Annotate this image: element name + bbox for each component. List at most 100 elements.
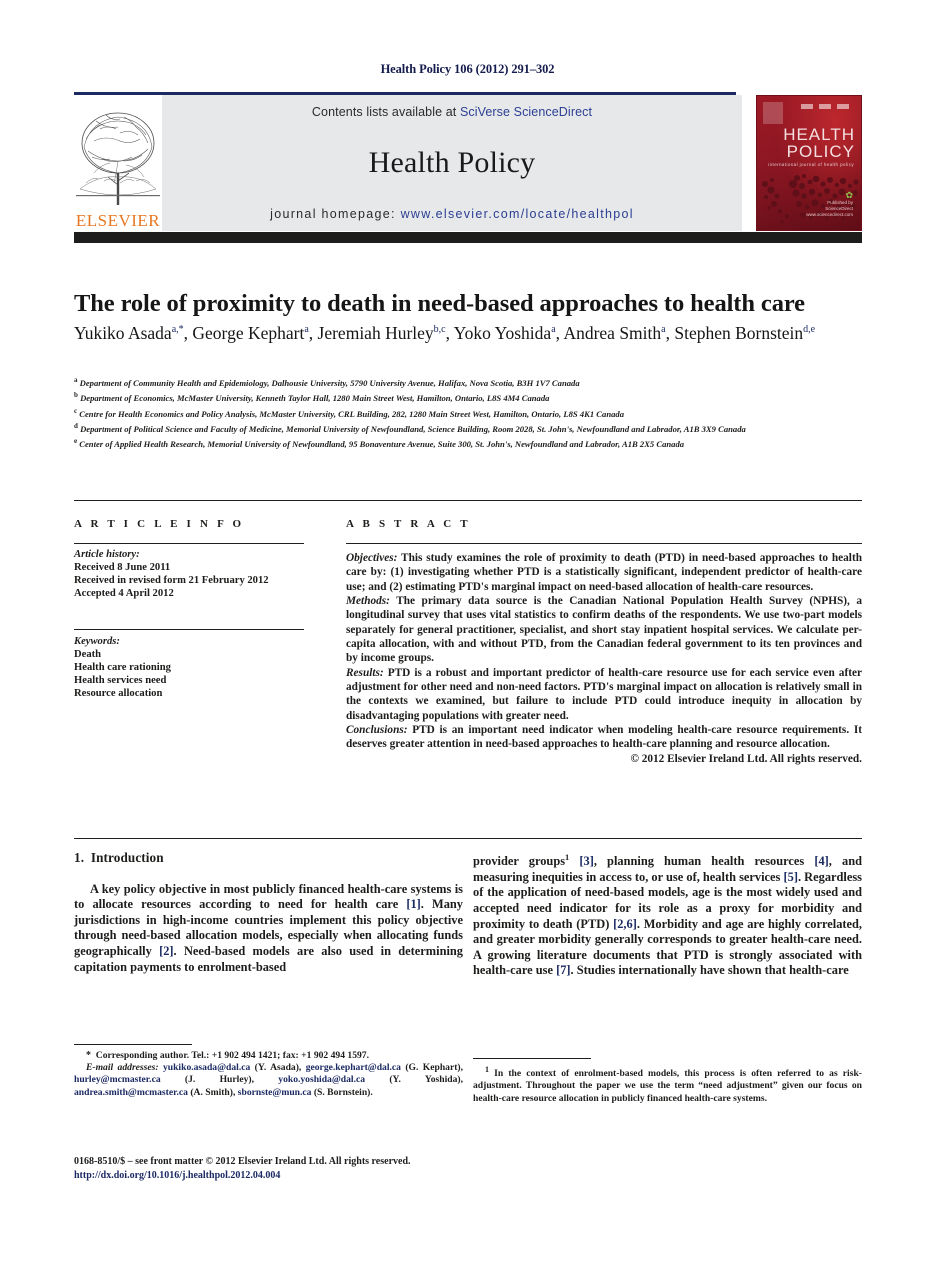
affiliation-mark: b	[74, 391, 78, 400]
citation-ref[interactable]: [2]	[159, 944, 173, 958]
citation-ref[interactable]: [5]	[784, 870, 798, 884]
abstract-section-text: This study examines the role of proximit…	[346, 552, 862, 593]
divider-below-abstract	[74, 838, 862, 839]
footnote-1-paragraph: 1 In the context of enrolment-based mode…	[473, 1064, 862, 1105]
email-link[interactable]: george.kephart@dal.ca	[306, 1062, 401, 1073]
abstract-body: Objectives: This study examines the role…	[346, 551, 862, 766]
author-entry: Yukiko Asadaa,*,	[74, 322, 193, 343]
article-info-rule-middle	[74, 629, 304, 630]
article-history-block: Article history: Received 8 June 2011 Re…	[74, 549, 308, 601]
abstract-section-text: PTD is a robust and important predictor …	[346, 666, 862, 722]
email-owner: (S. Bornstein).	[311, 1086, 373, 1098]
keyword-item: Health care rationing	[74, 661, 171, 673]
cover-elsevier-mark-icon	[763, 101, 783, 124]
email-link[interactable]: sbornste@mun.ca	[238, 1087, 312, 1098]
affiliation-mark: e	[74, 437, 78, 446]
contents-available-line: Contents lists available at SciVerse Sci…	[312, 105, 592, 119]
article-info-heading: A R T I C L E I N F O	[74, 518, 245, 530]
citation-ref[interactable]: [7]	[556, 963, 570, 977]
intro-text-part: A key policy objective in most publicly …	[74, 881, 463, 912]
doi-link[interactable]: http://dx.doi.org/10.1016/j.healthpol.20…	[74, 1169, 494, 1183]
article-history-item: Received 8 June 2011	[74, 561, 171, 573]
article-history-label: Article history:	[74, 549, 140, 560]
masthead-black-bar	[74, 232, 862, 243]
corresponding-author-footnote: * Corresponding author. Tel.: +1 902 494…	[74, 1050, 463, 1099]
author-affiliation-mark: a	[304, 324, 309, 335]
affiliation-text: Department of Economics, McMaster Univer…	[80, 393, 550, 404]
keyword-item: Death	[74, 648, 102, 660]
intro-text-part	[569, 854, 579, 868]
email-link[interactable]: yukiko.asada@dal.ca	[163, 1062, 250, 1073]
contents-prefix: Contents lists available at	[311, 104, 460, 119]
abstract-section-label: Results:	[346, 666, 384, 679]
abstract-section-label: Conclusions:	[346, 724, 408, 737]
author-affiliation-mark: a	[551, 324, 556, 335]
author-entry: Stephen Bornsteind,e	[674, 322, 816, 343]
keywords-block: Keywords: Death Health care rationing He…	[74, 636, 308, 701]
intro-paragraph-right: provider groups1 [3], planning human hea…	[473, 850, 862, 979]
elsevier-tree-icon	[76, 112, 160, 205]
affiliation-item: b Department of Economics, McMaster Univ…	[74, 389, 864, 404]
section-number: 1.	[74, 850, 85, 865]
journal-cover-thumbnail[interactable]: HEALTH POLICY international journal of h…	[756, 94, 862, 231]
cover-subtitle: international journal of health policy	[768, 161, 854, 167]
issn-copyright-block: 0168-8510/$ – see front matter © 2012 El…	[74, 1155, 494, 1183]
sciencedirect-link[interactable]: SciVerse ScienceDirect	[460, 105, 592, 119]
abstract-heading: A B S T R A C T	[346, 518, 471, 530]
running-head: Health Policy 106 (2012) 291–302	[380, 62, 555, 76]
citation-ref[interactable]: [2,6]	[613, 917, 637, 931]
author-affiliation-mark: a	[661, 324, 666, 335]
corresponding-author-line: * Corresponding author. Tel.: +1 902 494…	[74, 1050, 463, 1062]
affiliation-text: Department of Political Science and Facu…	[80, 423, 746, 434]
author-affiliation-mark: b,c	[433, 324, 446, 335]
footnote-rule-left	[74, 1044, 192, 1045]
affiliation-text: Center of Applied Health Research, Memor…	[79, 438, 685, 449]
affiliation-item: c Centre for Health Economics and Policy…	[74, 405, 864, 420]
intro-text-part: provider groups	[473, 854, 566, 869]
corresponding-author-text: Corresponding author. Tel.: +1 902 494 1…	[95, 1050, 369, 1061]
email-link[interactable]: hurley@mcmaster.ca	[74, 1074, 161, 1085]
journal-homepage-link[interactable]: www.elsevier.com/locate/healthpol	[401, 207, 634, 221]
abstract-section: Objectives: This study examines the role…	[346, 551, 862, 594]
email-addresses-block: E-mail addresses: yukiko.asada@dal.ca (Y…	[74, 1062, 463, 1099]
footnote-rule-right	[473, 1058, 591, 1059]
abstract-section: Results: PTD is a robust and important p…	[346, 666, 862, 723]
citation-ref[interactable]: [4]	[814, 854, 828, 868]
email-owner: (Y. Yoshida),	[365, 1074, 464, 1086]
elsevier-logo: ELSEVIER	[74, 95, 162, 231]
cover-badge-line3: www.sciencedirect.com	[806, 211, 853, 217]
email-link[interactable]: yoko.yoshida@dal.ca	[278, 1074, 365, 1085]
author-affiliation-mark: d,e	[803, 324, 816, 335]
article-first-page: Health Policy 106 (2012) 291–302 ELSEVIE…	[0, 0, 935, 1266]
keywords-label: Keywords:	[74, 636, 120, 647]
author-affiliation-mark: a,*	[171, 324, 184, 335]
email-link[interactable]: andrea.smith@mcmaster.ca	[74, 1087, 188, 1098]
author-entry: Jeremiah Hurleyb,c,	[317, 322, 454, 343]
email-owner: (G. Kephart),	[400, 1062, 463, 1074]
abstract-section-text: The primary data source is the Canadian …	[346, 595, 862, 665]
citation-ref[interactable]: [1]	[406, 897, 420, 911]
elsevier-wordmark: ELSEVIER	[75, 210, 161, 230]
intro-text-part: . Studies internationally have shown tha…	[570, 963, 849, 978]
keyword-item: Health services need	[74, 674, 167, 686]
affiliation-text: Centre for Health Economics and Policy A…	[79, 408, 624, 419]
email-owner: (J. Hurley),	[160, 1074, 254, 1086]
email-owner: (Y. Asada),	[250, 1062, 302, 1074]
section-title: Introduction	[90, 850, 164, 865]
divider-above-article-info	[74, 500, 862, 501]
affiliation-mark: a	[74, 376, 78, 384]
affiliation-item: a Department of Community Health and Epi…	[74, 374, 864, 389]
affiliation-list: a Department of Community Health and Epi…	[74, 374, 864, 450]
page-title: The role of proximity to death in need-b…	[74, 290, 805, 318]
affiliation-item: e Center of Applied Health Research, Mem…	[74, 435, 864, 450]
citation-ref[interactable]: [3]	[579, 854, 593, 868]
cover-title-line1: HEALTH	[783, 124, 855, 144]
abstract-section-label: Methods:	[346, 595, 390, 608]
cover-publisher-badge: ✿ Published by ScienceDirect www.science…	[806, 189, 853, 218]
footnote-1-text: In the context of enrolment-based models…	[473, 1068, 862, 1104]
cover-leaf-icon: ✿	[845, 189, 853, 200]
email-addresses-label: E-mail addresses:	[86, 1062, 159, 1074]
abstract-section-text: PTD is an important need indicator when …	[346, 724, 862, 751]
body-column-right: provider groups1 [3], planning human hea…	[473, 850, 862, 979]
cover-title: HEALTH POLICY	[757, 126, 855, 160]
